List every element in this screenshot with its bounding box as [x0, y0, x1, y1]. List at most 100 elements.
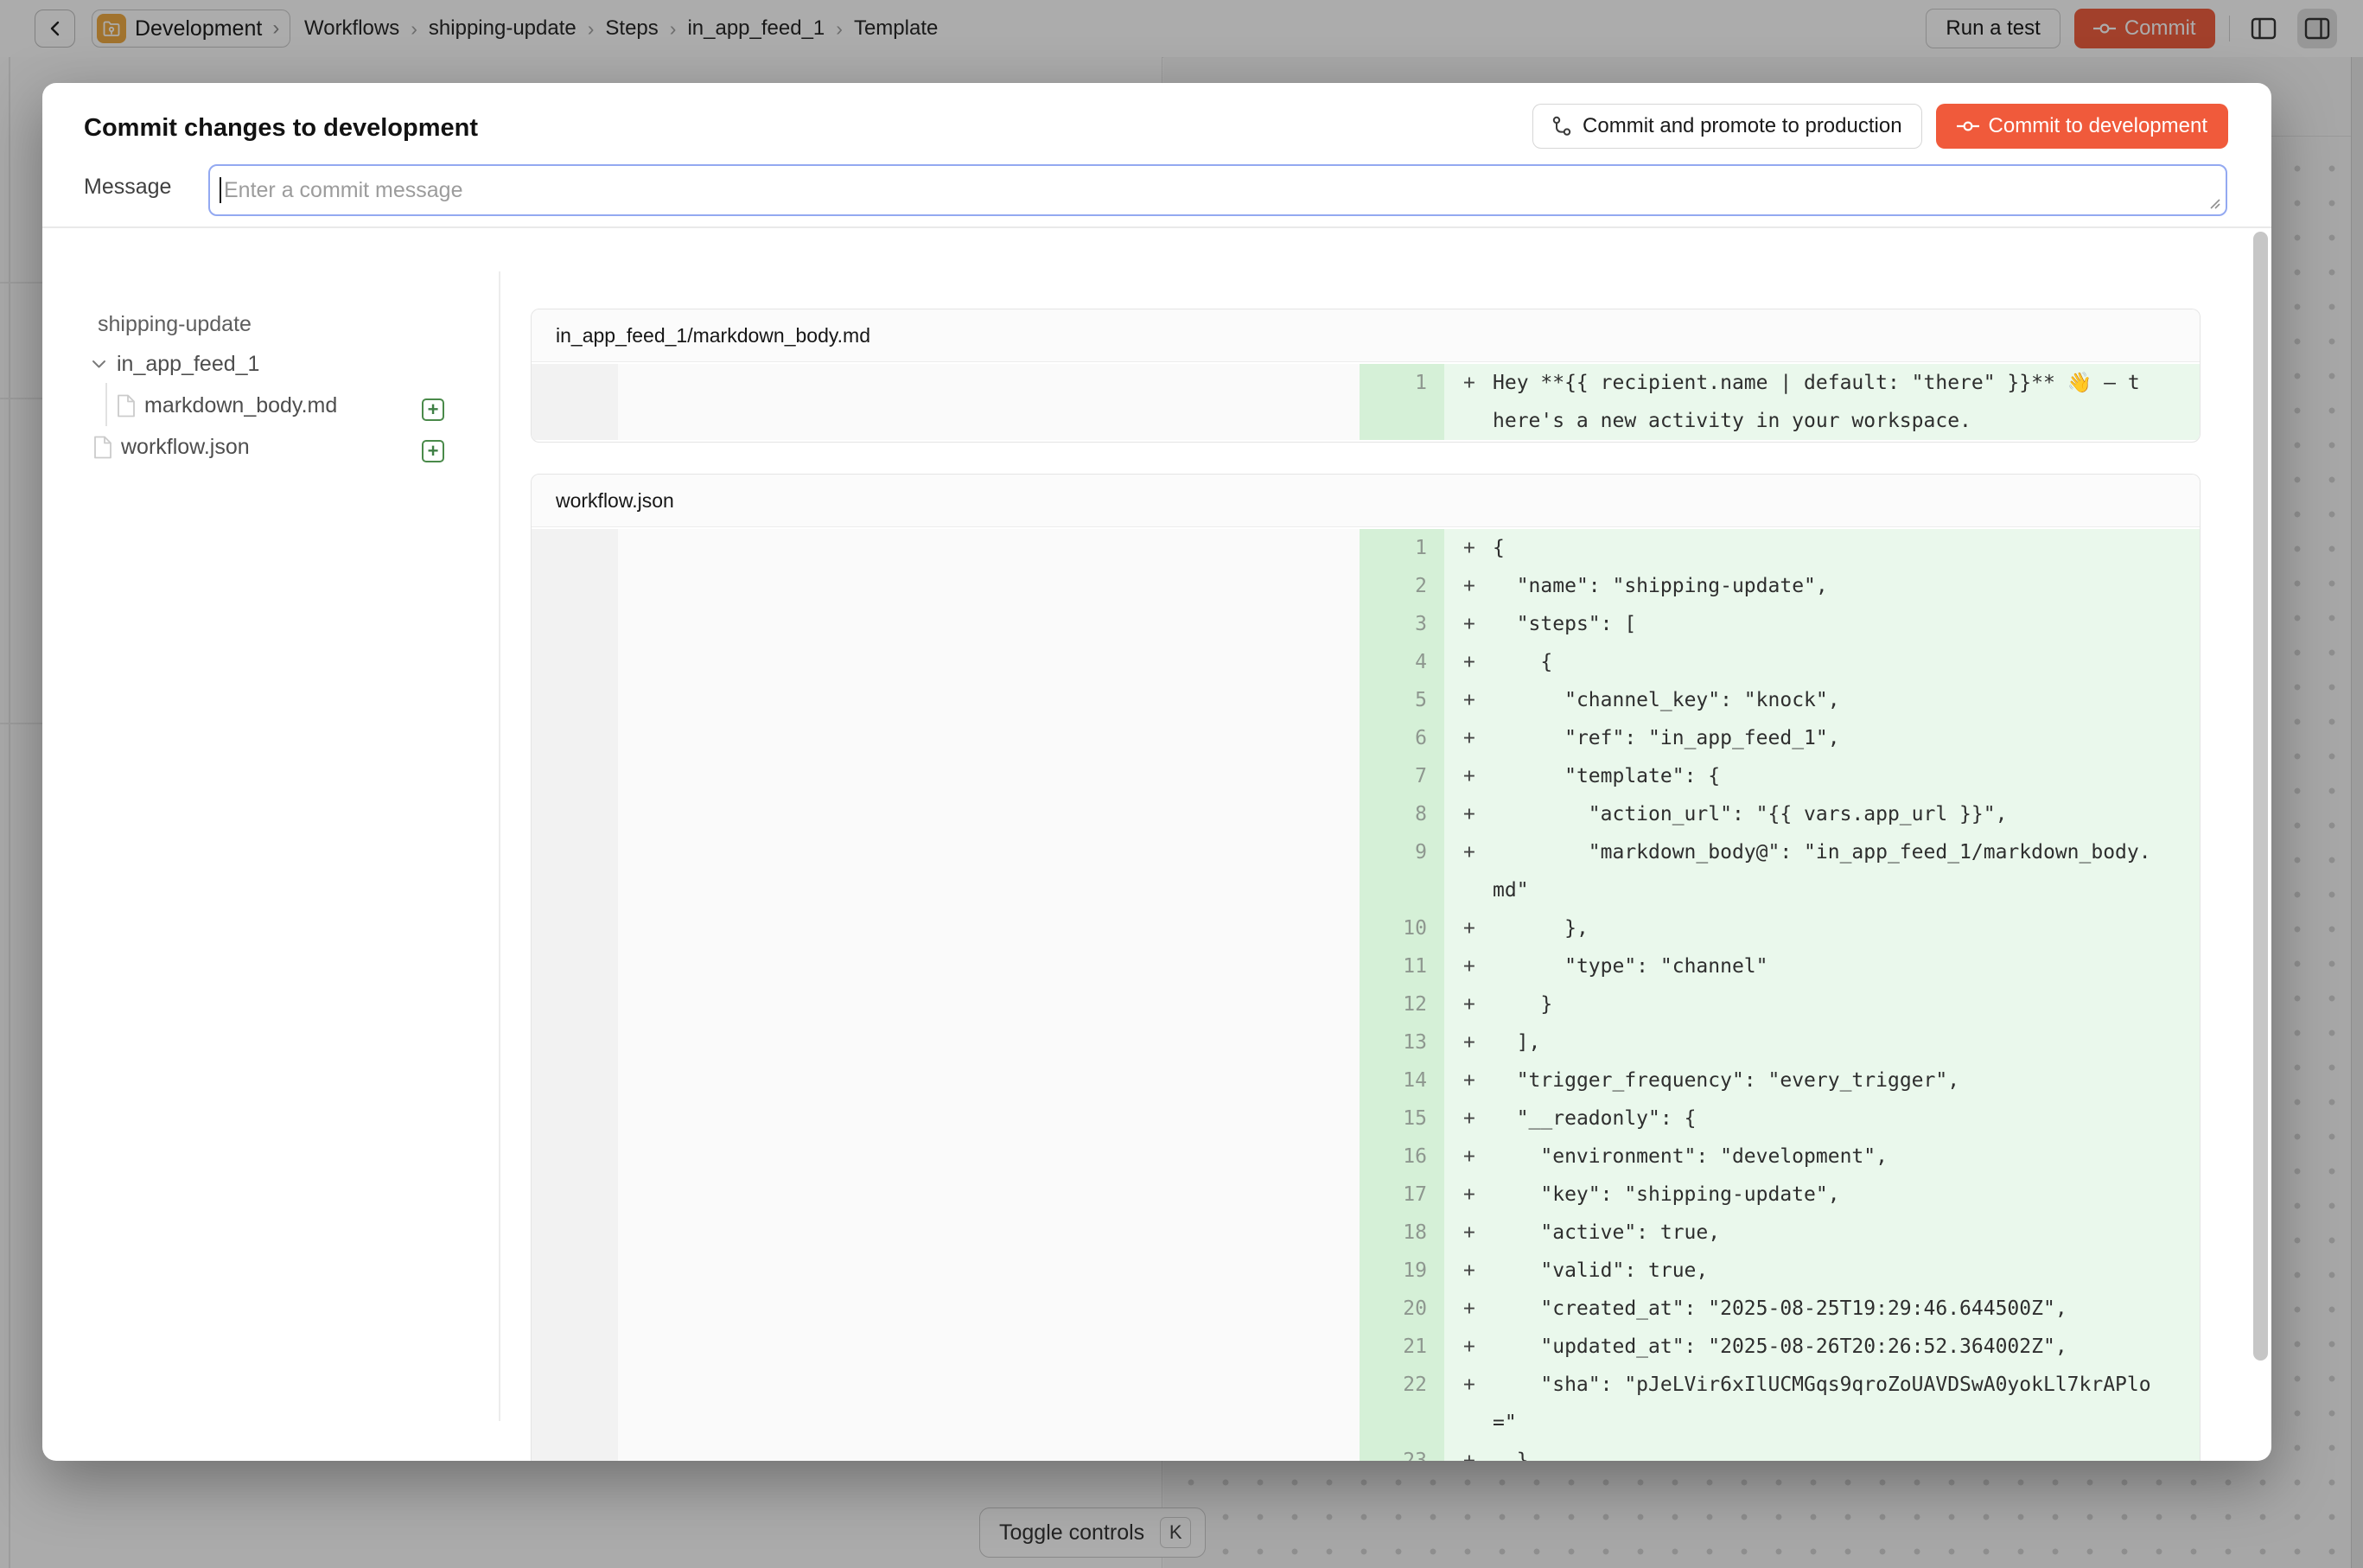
diff-old-content: [618, 1328, 1360, 1366]
tree-file-workflow-json[interactable]: workflow.json: [93, 435, 250, 460]
diff-old-content: [618, 757, 1360, 795]
diff-line-number: 9: [1360, 833, 1444, 909]
diff-file-name: in_app_feed_1/markdown_body.md: [532, 309, 2200, 362]
diff-line-code: + "created_at": "2025-08-25T19:29:46.644…: [1444, 1290, 2200, 1328]
file-added-badge: +: [422, 398, 444, 421]
diff-add-sign: +: [1463, 909, 1493, 947]
diff-row: 23+ }: [532, 1442, 2200, 1461]
diff-row: 19+ "valid": true,: [532, 1252, 2200, 1290]
diff-line-code: + "template": {: [1444, 757, 2200, 795]
diff-row: 4+ {: [532, 643, 2200, 681]
diff-add-sign: +: [1463, 1328, 1493, 1366]
diff-old-gutter: [532, 1100, 618, 1138]
diff-old-gutter: [532, 1214, 618, 1252]
tree-indent-guide: [105, 383, 107, 426]
diff-old-content: [618, 947, 1360, 985]
diff-line-text: "active": true,: [1493, 1214, 2151, 1252]
diff-line-number: 16: [1360, 1138, 1444, 1176]
tree-group-step[interactable]: in_app_feed_1: [92, 352, 259, 377]
diff-line-code: + "steps": [: [1444, 605, 2200, 643]
diff-row: 6+ "ref": "in_app_feed_1",: [532, 719, 2200, 757]
diff-line-code: + "name": "shipping-update",: [1444, 567, 2200, 605]
diff-line-number: 23: [1360, 1442, 1444, 1461]
diff-line-code: + "valid": true,: [1444, 1252, 2200, 1290]
diff-line-text: "name": "shipping-update",: [1493, 567, 2151, 605]
diff-old-content: [618, 1138, 1360, 1176]
diff-old-gutter: [532, 1328, 618, 1366]
diff-old-gutter: [532, 1442, 618, 1461]
diff-old-content: [618, 1023, 1360, 1061]
diff-line-number: 18: [1360, 1214, 1444, 1252]
diff-file-name: workflow.json: [532, 475, 2200, 527]
tree-file-markdown-body[interactable]: markdown_body.md: [117, 393, 337, 418]
diff-add-sign: +: [1463, 1366, 1493, 1404]
diff-line-code: +Hey **{{ recipient.name | default: "the…: [1444, 364, 2200, 440]
diff-row: 16 + "environment": "development",: [532, 1138, 2200, 1176]
commit-changes-dialog: Commit changes to development Commit and…: [42, 83, 2271, 1461]
diff-row: 18+ "active": true,: [532, 1214, 2200, 1252]
diff-row: 8+ "action_url": "{{ vars.app_url }}",: [532, 795, 2200, 833]
diff-line-text: "environment": "development",: [1493, 1138, 2151, 1176]
diff-line-number: 19: [1360, 1252, 1444, 1290]
commit-and-promote-button[interactable]: Commit and promote to production: [1532, 104, 1922, 149]
diff-line-code: + {: [1444, 643, 2200, 681]
diff-line-code: + }: [1444, 1442, 2200, 1461]
diff-line-text: }: [1493, 1442, 2151, 1461]
diff-line-number: 1: [1360, 364, 1444, 440]
diff-line-number: 13: [1360, 1023, 1444, 1061]
diff-old-content: [618, 1290, 1360, 1328]
diff-line-number: 14: [1360, 1061, 1444, 1100]
input-placeholder: Enter a commit message: [224, 178, 463, 203]
diff-line-text: "type": "channel": [1493, 947, 2151, 985]
diff-old-gutter: [532, 1366, 618, 1442]
diff-body: 1+Hey **{{ recipient.name | default: "th…: [532, 362, 2200, 442]
diff-line-number: 4: [1360, 643, 1444, 681]
diff-old-gutter: [532, 1023, 618, 1061]
diff-old-content: [618, 1100, 1360, 1138]
diff-old-content: [618, 364, 1360, 440]
diff-line-code: + "key": "shipping-update",: [1444, 1176, 2200, 1214]
diff-old-gutter: [532, 1252, 618, 1290]
diff-row: 12+ }: [532, 985, 2200, 1023]
diff-old-gutter: [532, 909, 618, 947]
diff-line-text: {: [1493, 529, 2151, 567]
diff-line-code: + "channel_key": "knock",: [1444, 681, 2200, 719]
diff-add-sign: +: [1463, 947, 1493, 985]
diff-old-content: [618, 1366, 1360, 1442]
diff-line-text: "steps": [: [1493, 605, 2151, 643]
diff-line-text: },: [1493, 909, 2151, 947]
diff-line-text: "action_url": "{{ vars.app_url }}",: [1493, 795, 2151, 833]
diff-line-text: }: [1493, 985, 2151, 1023]
commit-message-input[interactable]: Enter a commit message: [208, 164, 2227, 216]
diff-old-gutter: [532, 529, 618, 567]
diff-row: 15+ "__readonly": {: [532, 1100, 2200, 1138]
diff-line-text: "channel_key": "knock",: [1493, 681, 2151, 719]
diff-row: 21+ "updated_at": "2025-08-26T20:26:52.3…: [532, 1328, 2200, 1366]
diff-old-content: [618, 1442, 1360, 1461]
dialog-scrollbar-thumb[interactable]: [2253, 232, 2268, 1361]
diff-old-gutter: [532, 947, 618, 985]
diff-old-gutter: [532, 681, 618, 719]
diff-old-gutter: [532, 567, 618, 605]
diff-old-content: [618, 909, 1360, 947]
diff-add-sign: +: [1463, 1176, 1493, 1214]
diff-line-text: "ref": "in_app_feed_1",: [1493, 719, 2151, 757]
tree-root-workflow[interactable]: shipping-update: [98, 312, 252, 337]
resize-grip-icon[interactable]: [2208, 197, 2222, 211]
diff-row: 7+ "template": {: [532, 757, 2200, 795]
diff-line-text: "key": "shipping-update",: [1493, 1176, 2151, 1214]
diff-line-code: + "updated_at": "2025-08-26T20:26:52.364…: [1444, 1328, 2200, 1366]
diff-line-code: + "markdown_body@": "in_app_feed_1/markd…: [1444, 833, 2200, 909]
diff-row: 2+ "name": "shipping-update",: [532, 567, 2200, 605]
diff-add-sign: +: [1463, 1138, 1493, 1176]
diff-line-code: + "ref": "in_app_feed_1",: [1444, 719, 2200, 757]
diff-old-content: [618, 1214, 1360, 1252]
diff-line-text: "updated_at": "2025-08-26T20:26:52.36400…: [1493, 1328, 2151, 1366]
commit-to-development-button[interactable]: Commit to development: [1936, 104, 2228, 149]
diff-line-number: 6: [1360, 719, 1444, 757]
diff-old-content: [618, 833, 1360, 909]
diff-line-code: + "trigger_frequency": "every_trigger",: [1444, 1061, 2200, 1100]
diff-old-content: [618, 567, 1360, 605]
diff-line-text: "sha": "pJeLVir6xIlUCMGqs9qroZoUAVDSwA0y…: [1493, 1366, 2151, 1442]
diff-line-code: + },: [1444, 909, 2200, 947]
